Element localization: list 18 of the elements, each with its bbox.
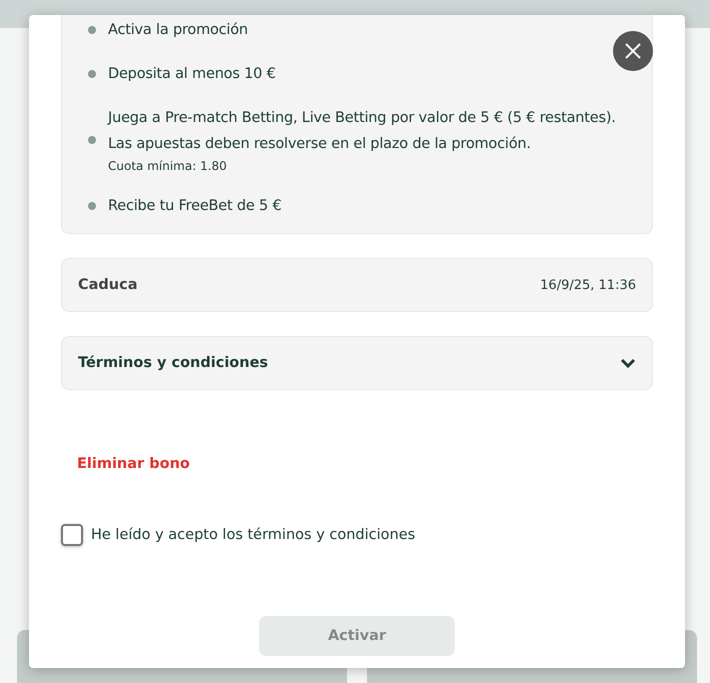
step-text: Activa la promoción (108, 21, 248, 40)
chevron-icon (620, 357, 636, 369)
bullet-icon (88, 70, 96, 78)
terms-accordion[interactable]: Términos y condiciones (61, 336, 653, 390)
step-text: Recibe tu FreeBet de 5 € (108, 197, 282, 216)
remove-bonus-link[interactable]: Eliminar bono (77, 456, 190, 472)
terms-label: Términos y condiciones (78, 355, 268, 371)
expiry-label: Caduca (78, 277, 138, 293)
step-note: Cuota mínima: 1.80 (108, 158, 228, 175)
accept-checkbox[interactable] (61, 524, 83, 546)
expiry-date: 16/9/25, 11:36 (540, 278, 636, 292)
close-icon (624, 42, 642, 60)
bullet-icon (88, 136, 96, 144)
bullet-icon (88, 202, 96, 210)
accept-label: He leído y acepto los términos y condiciones (91, 527, 416, 543)
bullet-icon (88, 26, 96, 34)
step-text: Juega a Pre-match Betting, Live Betting por valor de 5 € (5 € restantes). Las apuestas deben resolverse en el plazo de la promoción. (108, 109, 617, 154)
step-text: Deposita al menos 10 € (108, 65, 276, 84)
